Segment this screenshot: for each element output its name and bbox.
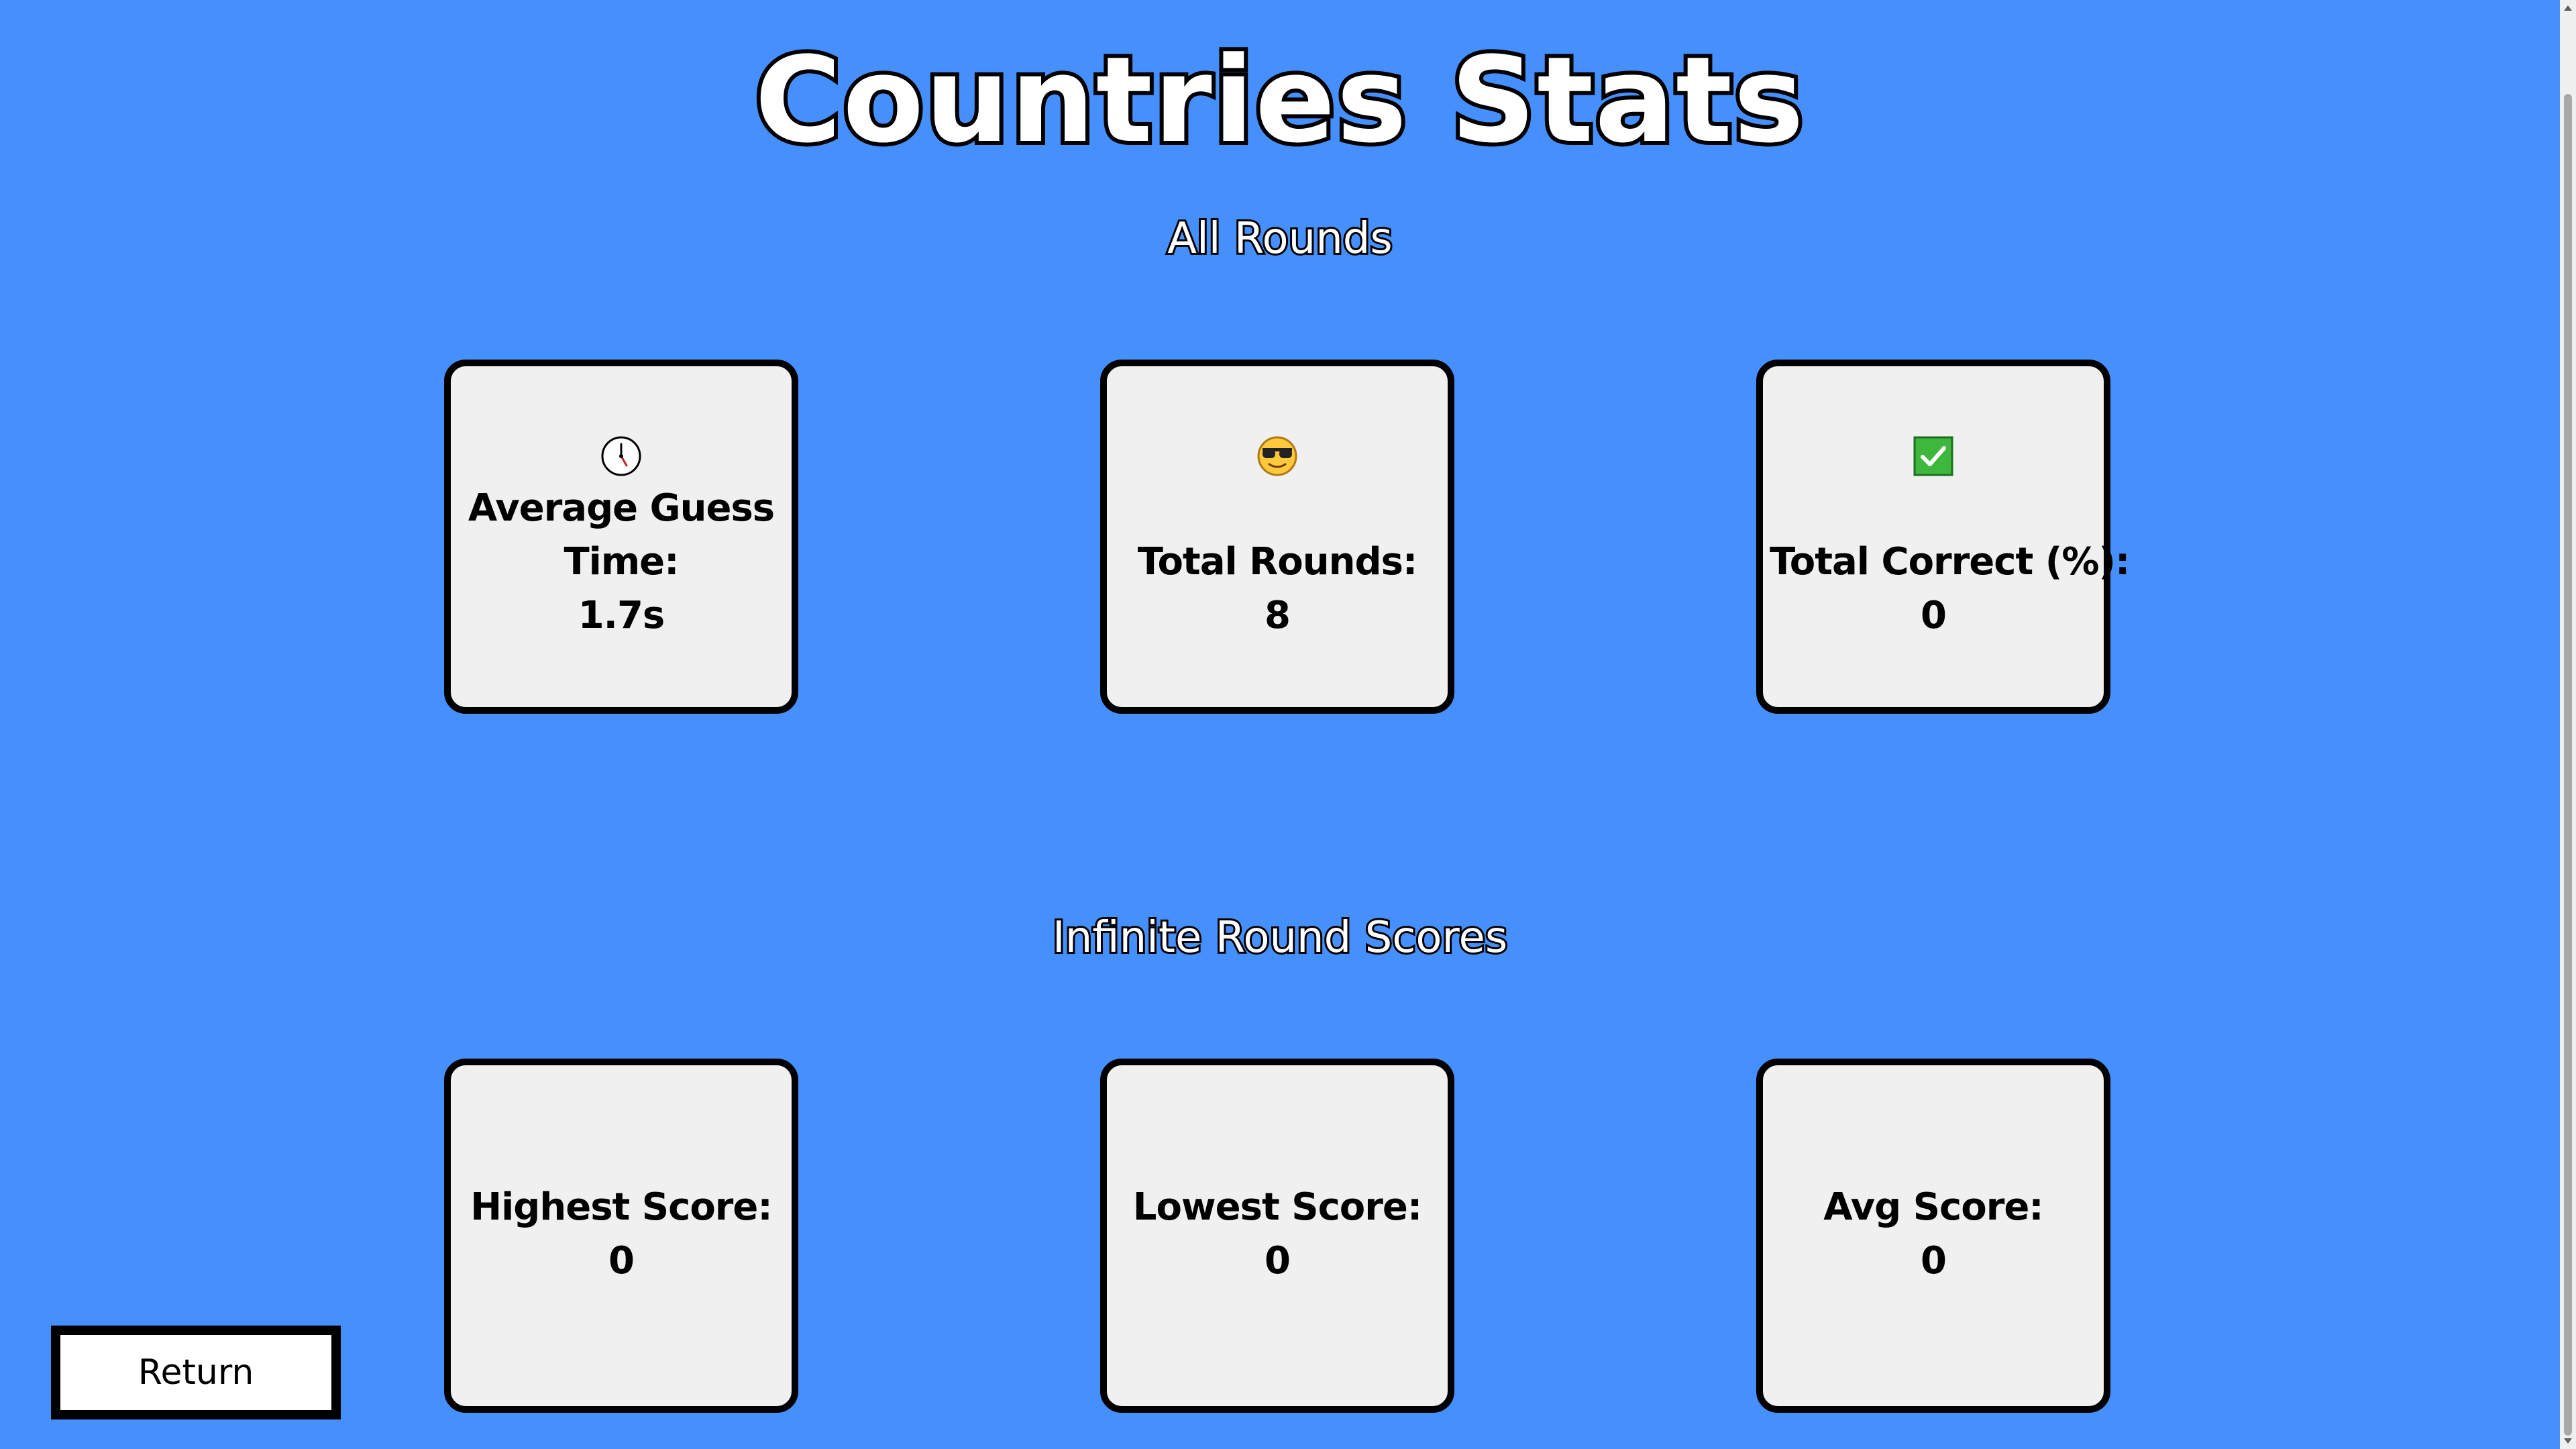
section-heading-infinite-round-scores: Infinite Round Scores bbox=[1051, 911, 1509, 965]
stat-card-average-guess-time: Average Guess Time: 1.7s bbox=[444, 360, 798, 714]
check-mark-icon bbox=[1913, 436, 1953, 476]
stat-label: Highest Score: bbox=[470, 1185, 773, 1229]
scroll-up-arrow-icon[interactable] bbox=[2564, 5, 2572, 11]
stat-label: Total Rounds: bbox=[1137, 540, 1418, 584]
stat-value: 0 bbox=[1921, 1239, 1947, 1283]
stat-label: Avg Score: bbox=[1823, 1185, 2043, 1229]
stat-card-total-rounds: Total Rounds: 8 bbox=[1100, 360, 1454, 714]
stat-card-highest-score: Highest Score: 0 bbox=[444, 1059, 798, 1413]
stat-value: 0 bbox=[1265, 1239, 1291, 1283]
stat-card-lowest-score: Lowest Score: 0 bbox=[1100, 1059, 1454, 1413]
sunglasses-face-icon bbox=[1257, 436, 1297, 476]
stat-card-avg-score: Avg Score: 0 bbox=[1756, 1059, 2110, 1413]
vertical-scrollbar[interactable] bbox=[2560, 0, 2576, 1449]
section-heading-all-rounds: All Rounds bbox=[1165, 212, 1395, 266]
scrollbar-thumb[interactable] bbox=[2564, 94, 2572, 1436]
stat-value: 0 bbox=[608, 1239, 635, 1283]
stat-value: 8 bbox=[1265, 594, 1291, 637]
stat-label-line1: Average Guess bbox=[468, 486, 775, 530]
stat-value: 0 bbox=[1921, 594, 1947, 637]
stat-card-total-correct: Total Correct (%): 0 bbox=[1756, 360, 2130, 714]
clock-icon bbox=[601, 436, 641, 476]
stat-label-line2: Time: bbox=[564, 540, 679, 584]
stat-label: Total Correct (%): bbox=[1770, 540, 2130, 584]
return-button[interactable]: Return bbox=[51, 1326, 341, 1419]
page-title: Countries Stats bbox=[751, 30, 1808, 172]
stat-label: Lowest Score: bbox=[1132, 1185, 1422, 1229]
scroll-down-arrow-icon[interactable] bbox=[2564, 1438, 2572, 1444]
stat-value: 1.7s bbox=[578, 594, 665, 637]
